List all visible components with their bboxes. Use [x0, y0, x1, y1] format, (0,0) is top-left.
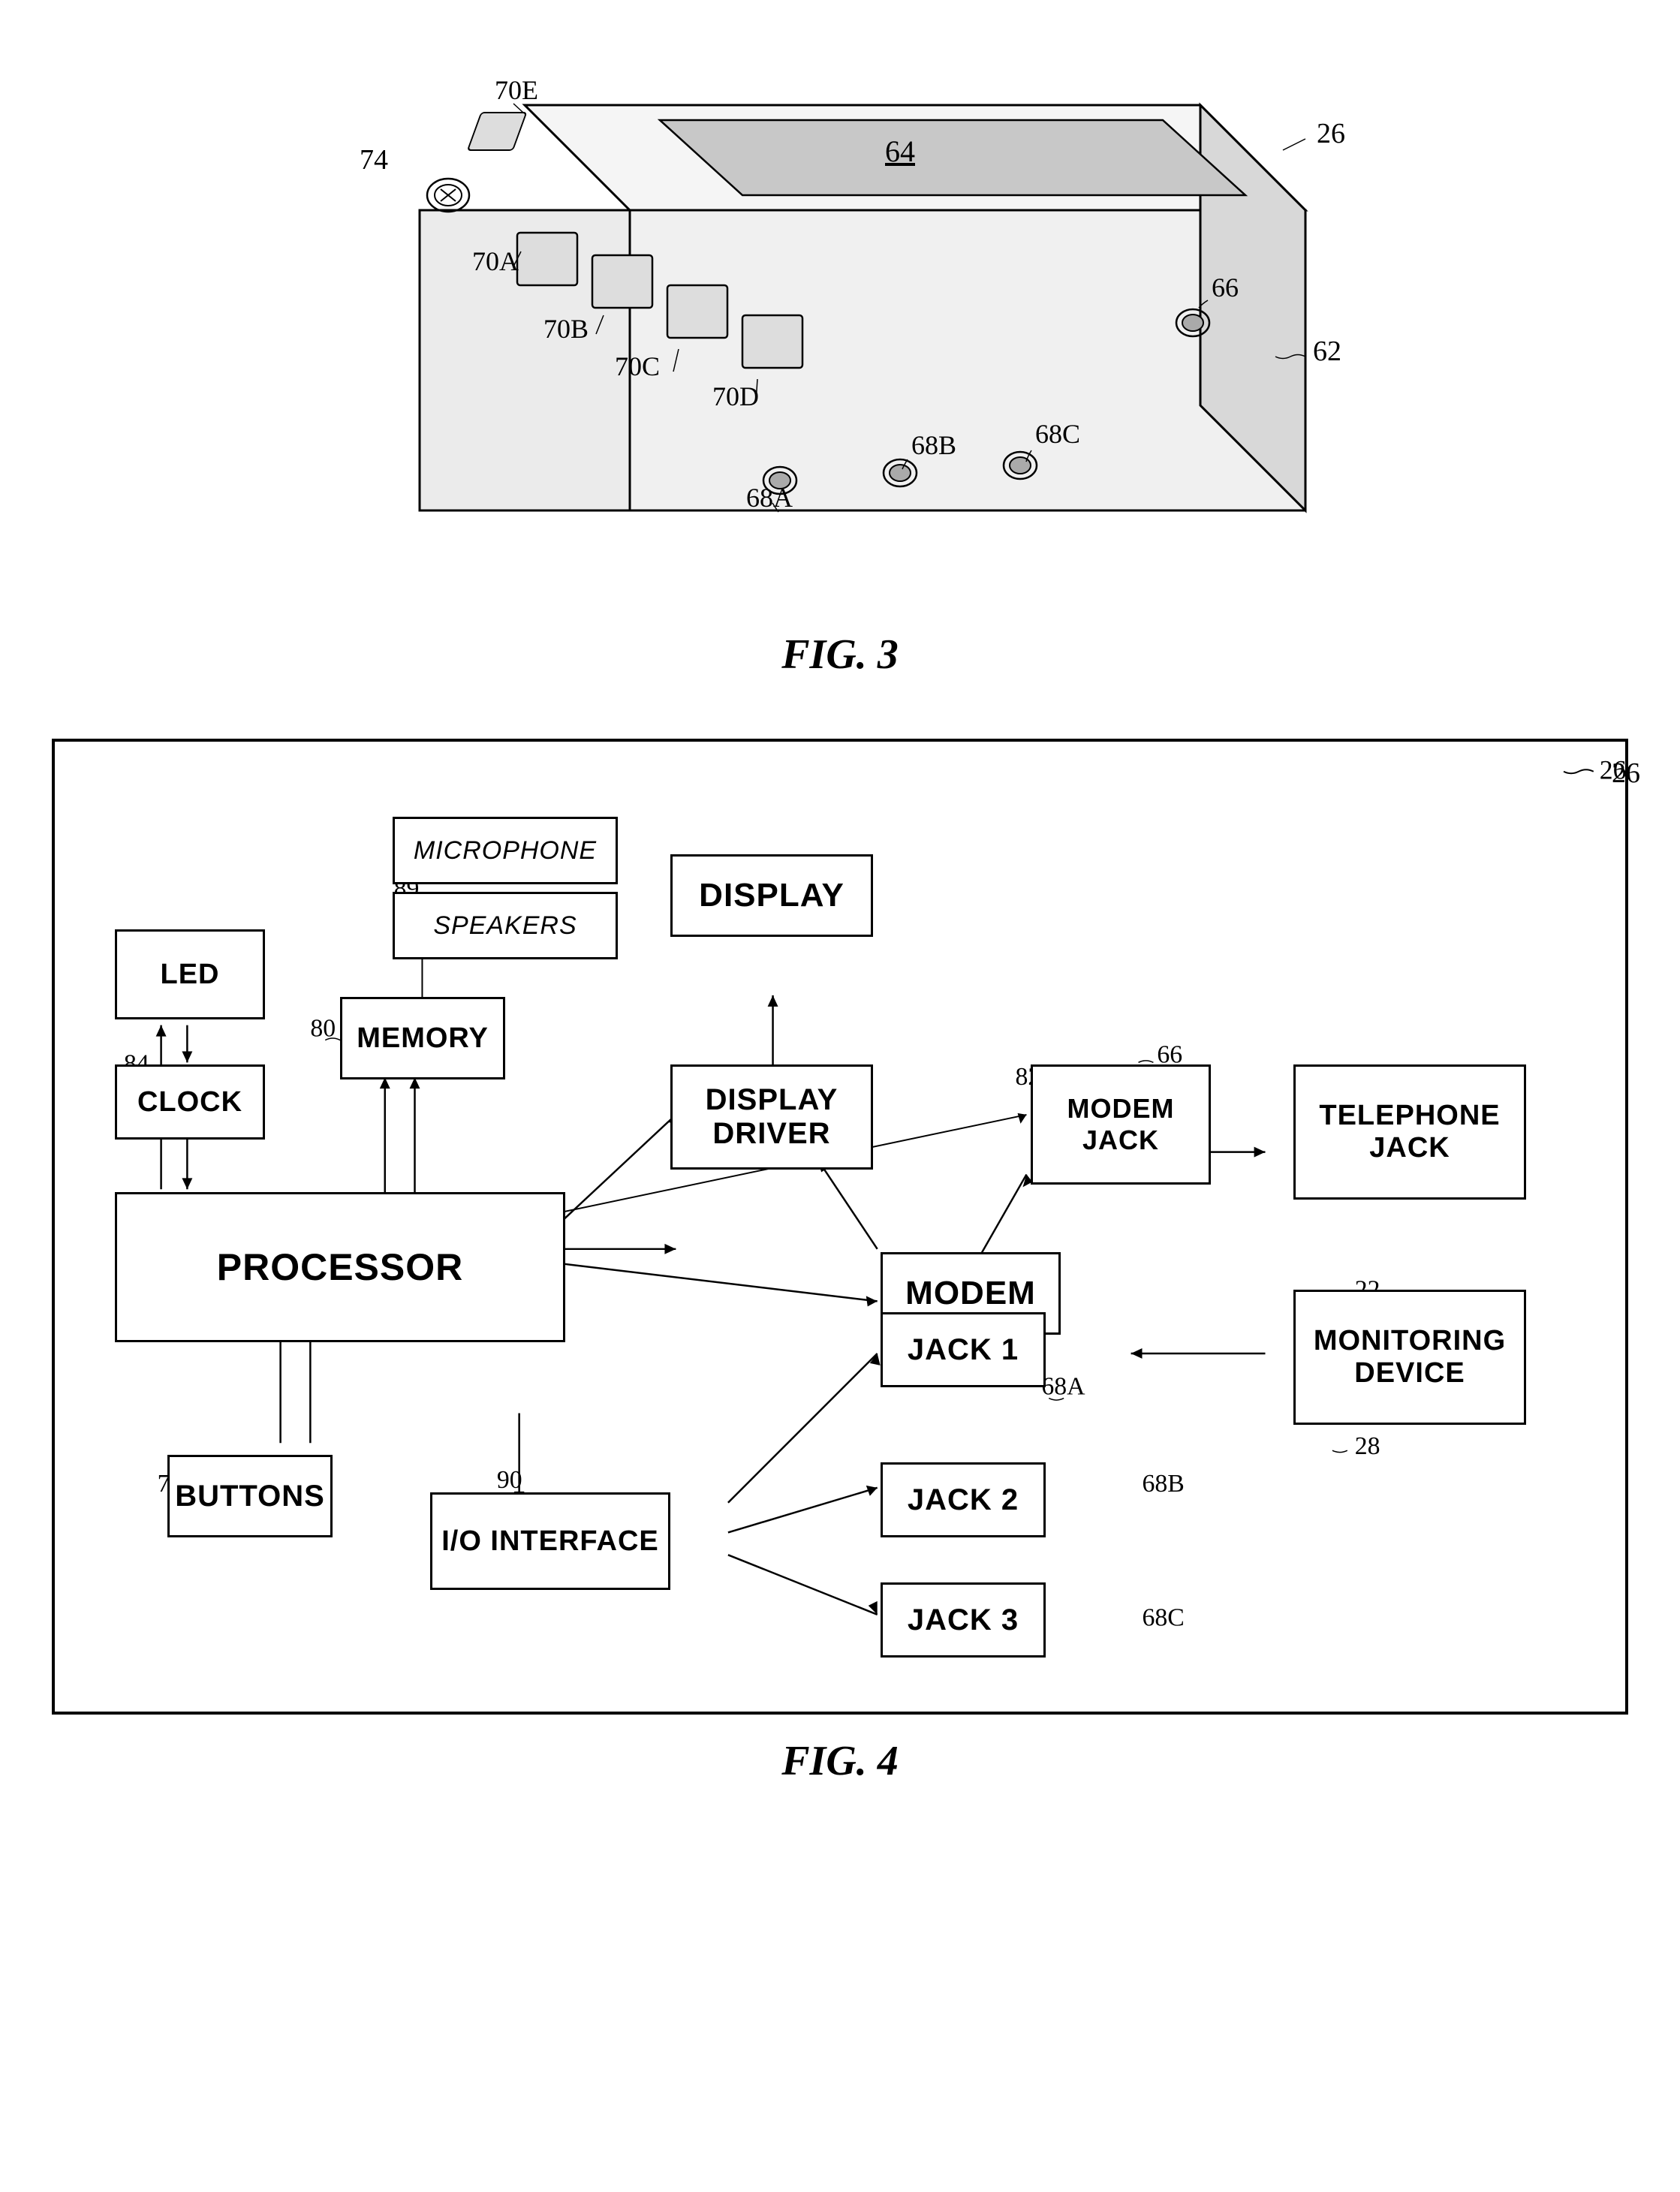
svg-text:74: 74 [360, 144, 388, 176]
svg-text:62: 62 [1313, 336, 1341, 367]
svg-text:68B: 68B [911, 430, 956, 460]
fig3-svg: 26 64 62 74 70E 70A 70B [315, 45, 1365, 631]
memory-block: MEMORY [340, 997, 505, 1079]
svg-text:26: 26 [1317, 118, 1345, 149]
outer-ref-label: 26 [1612, 757, 1640, 790]
svg-text:28: 28 [1355, 1432, 1380, 1460]
speakers-block: SPEAKERS [393, 892, 618, 959]
page-container: 26 64 62 74 70E 70A 70B [0, 0, 1680, 2192]
jack3-block: JACK 3 [881, 1582, 1046, 1658]
fig4-section: 26 26 [60, 739, 1620, 1785]
svg-text:70A: 70A [472, 246, 519, 276]
io-interface-block: I/O INTERFACE [430, 1492, 670, 1590]
svg-text:70C: 70C [615, 351, 660, 381]
fig4-diagram: 26 26 [52, 739, 1628, 1715]
svg-text:64: 64 [885, 134, 915, 168]
svg-text:68C: 68C [1035, 419, 1080, 449]
jack1-block: JACK 1 [881, 1312, 1046, 1387]
jack2-block: JACK 2 [881, 1462, 1046, 1537]
svg-text:70D: 70D [712, 381, 759, 411]
svg-text:68C: 68C [1143, 1604, 1185, 1632]
svg-text:70B: 70B [543, 314, 589, 344]
svg-text:90: 90 [497, 1466, 522, 1494]
buttons-block: BUTTONS [167, 1455, 333, 1537]
svg-text:70E: 70E [495, 75, 538, 105]
fig3-caption: FIG. 3 [781, 631, 899, 679]
monitoring-device-block: MONITORING DEVICE [1293, 1290, 1526, 1425]
svg-text:68B: 68B [1143, 1470, 1185, 1498]
display-block: DISPLAY [670, 854, 873, 937]
fig4-caption: FIG. 4 [781, 1737, 899, 1785]
fig3-section: 26 64 62 74 70E 70A 70B [60, 45, 1620, 679]
svg-text:68A: 68A [1041, 1373, 1085, 1401]
svg-text:68A: 68A [746, 483, 793, 513]
processor-block: PROCESSOR [115, 1192, 565, 1342]
telephone-jack-block: TELEPHONE JACK [1293, 1064, 1526, 1200]
display-driver-block: DISPLAY DRIVER [670, 1064, 873, 1170]
led-block: LED [115, 929, 265, 1019]
svg-text:80: 80 [310, 1015, 336, 1043]
modem-jack-block: MODEM JACK [1031, 1064, 1211, 1185]
clock-block: CLOCK [115, 1064, 265, 1140]
microphone-block: MICROPHONE [393, 817, 618, 884]
svg-text:66: 66 [1212, 272, 1239, 303]
